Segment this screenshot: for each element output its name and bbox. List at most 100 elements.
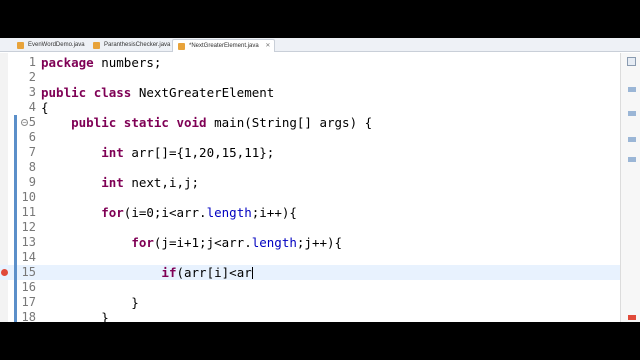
line-number: 14 (21, 250, 36, 264)
code-text: if(arr[i]<ar (41, 265, 253, 280)
line-number: 15 (21, 265, 36, 279)
code-token: main(String[] args) { (206, 115, 373, 130)
eclipse-window: EvenWordDemo.java ParanthesisChecker.jav… (0, 38, 640, 322)
line-number: 3 (28, 85, 36, 99)
line-number: 17 (21, 295, 36, 309)
code-token: ;i++){ (251, 205, 297, 220)
keyword-token: for (101, 205, 124, 220)
code-line[interactable]: 4{ (0, 100, 620, 115)
line-number: 9 (28, 175, 36, 189)
code-text: package numbers; (41, 55, 161, 70)
field-token: length (206, 205, 252, 220)
code-line[interactable]: 14 (0, 250, 620, 265)
keyword-token: public (71, 115, 117, 130)
line-number: 16 (21, 280, 36, 294)
code-text: } (41, 310, 109, 322)
code-line[interactable]: 15 if(arr[i]<ar (0, 265, 620, 280)
tab-label: *NextGreaterElement.java (189, 43, 259, 49)
line-number: 8 (28, 160, 36, 174)
code-token: } (41, 295, 139, 310)
code-line[interactable]: 8 (0, 160, 620, 175)
code-line[interactable]: 11 for(i=0;i<arr.length;i++){ (0, 205, 620, 220)
line-number: 11 (21, 205, 36, 219)
code-line[interactable]: −5 public static void main(String[] args… (0, 115, 620, 130)
editor-tab-bar: EvenWordDemo.java ParanthesisChecker.jav… (0, 38, 640, 52)
overview-marker[interactable] (628, 137, 636, 142)
code-token: } (41, 310, 109, 322)
java-file-icon (178, 43, 185, 50)
code-line[interactable]: 13 for(j=i+1;j<arr.length;j++){ (0, 235, 620, 250)
code-line[interactable]: 10 (0, 190, 620, 205)
close-icon[interactable]: ✕ (265, 43, 270, 49)
code-token: ;j++){ (296, 235, 343, 250)
overview-marker[interactable] (628, 87, 636, 92)
field-token: length (251, 235, 297, 250)
keyword-token: public (41, 85, 87, 100)
keyword-token: if (161, 265, 177, 280)
keyword-token: package (41, 55, 94, 70)
keyword-token: int (101, 175, 124, 190)
overview-marker[interactable] (628, 157, 636, 162)
tab-label: EvenWordDemo.java (28, 42, 85, 48)
line-number: 10 (21, 190, 36, 204)
java-file-icon (17, 42, 24, 49)
code-line[interactable]: 6 (0, 130, 620, 145)
line-number: 6 (28, 130, 36, 144)
keyword-token: static (123, 115, 169, 130)
code-text: for(j=i+1;j<arr.length;j++){ (41, 235, 342, 250)
line-number: 1 (28, 55, 36, 69)
tab-label: ParanthesisChecker.java (104, 42, 171, 48)
code-line[interactable]: 3 public class NextGreaterElement (0, 85, 620, 100)
code-text: int arr[]={1,20,15,11}; (41, 145, 274, 160)
line-number: 4 (28, 100, 36, 114)
keyword-token: class (93, 85, 132, 100)
error-overview-marker[interactable] (628, 315, 636, 320)
code-text: } (41, 295, 139, 310)
overview-ruler (620, 53, 640, 322)
tab-nextgreaterelement[interactable]: *NextGreaterElement.java ✕ (172, 39, 276, 52)
overview-marker[interactable] (628, 111, 636, 116)
tab-evenworddemo[interactable]: EvenWordDemo.java (12, 39, 89, 52)
keyword-token: for (131, 235, 154, 250)
line-number: 13 (21, 235, 36, 249)
code-token: (j=i+1;j<arr. (153, 235, 252, 250)
code-editor[interactable]: 1 package numbers; 2 3 public class NextGrea… (0, 53, 620, 322)
line-number: 18 (21, 310, 36, 322)
tab-paranthesischecker[interactable]: ParanthesisChecker.java (88, 39, 174, 52)
code-line[interactable]: 12 (0, 220, 620, 235)
line-number: 5 (28, 115, 36, 129)
line-number: 2 (28, 70, 36, 84)
outline-icon[interactable] (627, 57, 636, 66)
code-token: { (41, 100, 49, 115)
keyword-token: void (176, 115, 207, 130)
code-token: numbers; (93, 55, 162, 70)
code-text: public class NextGreaterElement (41, 85, 274, 100)
code-line[interactable]: 7 int arr[]={1,20,15,11}; (0, 145, 620, 160)
code-token: next,i,j; (123, 175, 200, 190)
code-token: NextGreaterElement (131, 85, 275, 100)
java-file-icon (93, 42, 100, 49)
code-line[interactable]: 16 (0, 280, 620, 295)
code-line[interactable]: 9 int next,i,j; (0, 175, 620, 190)
text-cursor (251, 267, 253, 279)
keyword-token: int (101, 145, 124, 160)
code-line[interactable]: 18 } (0, 310, 620, 322)
code-token: arr[]={1,20,15,11}; (123, 145, 275, 160)
code-line[interactable]: 1 package numbers; (0, 55, 620, 70)
code-token: (arr[i]<ar (176, 265, 252, 280)
code-text: public static void main(String[] args) { (41, 115, 372, 130)
code-token: (i=0;i<arr. (123, 205, 207, 220)
line-number: 7 (28, 145, 36, 159)
line-number: 12 (21, 220, 36, 234)
code-text: int next,i,j; (41, 175, 199, 190)
code-text: { (41, 100, 49, 115)
code-line[interactable]: 17 } (0, 295, 620, 310)
code-line[interactable]: 2 (0, 70, 620, 85)
